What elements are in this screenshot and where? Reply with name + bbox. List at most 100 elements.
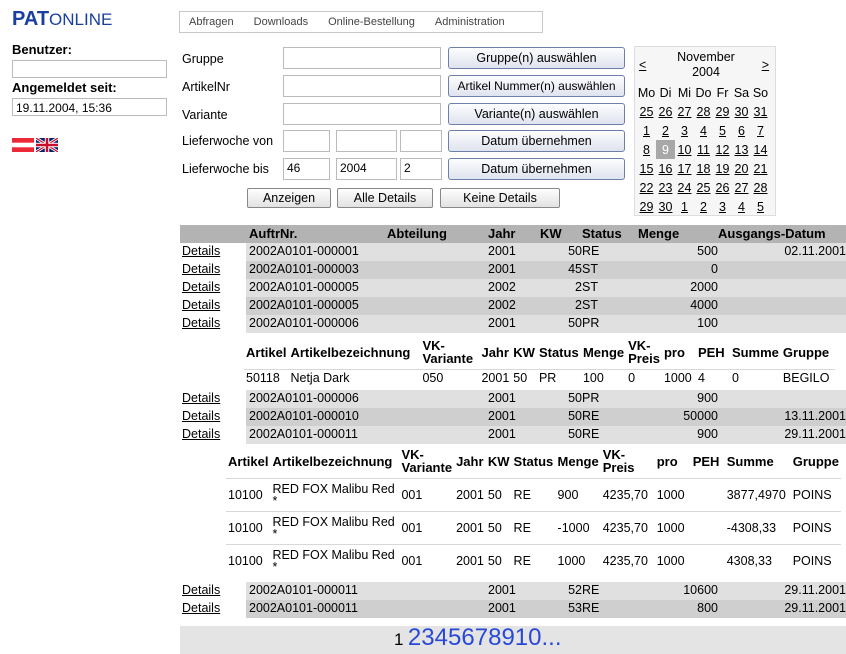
calendar-day[interactable]: 11 (694, 140, 713, 159)
calendar-day[interactable]: 21 (751, 159, 770, 178)
details-link[interactable]: Details (180, 426, 246, 444)
detail-cell (690, 544, 725, 577)
table-cell: 53 (568, 601, 582, 615)
detail-table: Artikel Artikelbezeichnung VK-Variante Jahr… (226, 444, 841, 577)
calendar-day[interactable]: 2 (694, 197, 713, 216)
calendar-day[interactable]: 22 (637, 178, 656, 197)
alle-details-button[interactable]: Alle Details (337, 188, 433, 208)
calendar-day[interactable]: 17 (675, 159, 694, 178)
variante-select-button[interactable]: Variante(n) auswählen (448, 103, 625, 125)
detail-column-header: pro (656, 453, 678, 469)
calendar-day[interactable]: 2 (656, 121, 675, 140)
calendar-day[interactable]: 29 (637, 197, 656, 216)
details-link[interactable]: Details (180, 390, 246, 408)
calendar-day[interactable]: 13 (732, 140, 751, 159)
calendar-day[interactable]: 30 (656, 197, 675, 216)
calendar-day[interactable]: 4 (694, 121, 713, 140)
pager-page-link[interactable]: 10 (515, 624, 542, 651)
details-link[interactable]: Details (180, 582, 246, 600)
pager-page-link[interactable]: 7 (475, 624, 488, 651)
pager-page-link[interactable]: 2 (408, 624, 421, 651)
details-link[interactable]: Details (180, 315, 246, 333)
details-link[interactable]: Details (180, 261, 246, 279)
calendar-day[interactable]: 28 (751, 178, 770, 197)
details-link[interactable]: Details (180, 600, 246, 618)
calendar-day[interactable]: 3 (713, 197, 732, 216)
anzeigen-button[interactable]: Anzeigen (247, 188, 331, 208)
calendar-day[interactable]: 12 (713, 140, 732, 159)
variante-input[interactable] (283, 103, 441, 125)
calendar-day[interactable]: 24 (675, 178, 694, 197)
calendar-day[interactable]: 23 (656, 178, 675, 197)
tab-abfragen[interactable]: Abfragen (189, 16, 234, 28)
flag-uk-icon[interactable] (35, 136, 59, 154)
pager-page-link[interactable]: 6 (461, 624, 474, 651)
detail-cell: 100 (580, 369, 627, 386)
calendar-day[interactable]: 27 (732, 178, 751, 197)
calendar-day[interactable]: 3 (675, 121, 694, 140)
calendar-day[interactable]: 6 (732, 121, 751, 140)
tab-downloads[interactable]: Downloads (254, 16, 308, 28)
details-link[interactable]: Details (180, 279, 246, 297)
calendar-day[interactable]: 20 (732, 159, 751, 178)
tab-administration[interactable]: Administration (435, 16, 505, 28)
calendar-day[interactable]: 26 (656, 102, 675, 121)
calendar-day[interactable]: 5 (751, 197, 770, 216)
pager-page-link[interactable]: 9 (501, 624, 514, 651)
detail-cell: PR (536, 369, 581, 386)
pager-page-link[interactable]: 4 (435, 624, 448, 651)
calendar-day[interactable]: 8 (637, 140, 656, 159)
von-day-input[interactable] (400, 130, 442, 152)
calendar-next-link[interactable]: > (762, 58, 769, 72)
bis-datum-button[interactable]: Datum übernehmen (448, 158, 625, 180)
pager-page-link[interactable]: 8 (488, 624, 501, 651)
detail-column-header: Gruppe (782, 344, 830, 360)
von-datum-button[interactable]: Datum übernehmen (448, 130, 625, 152)
bis-day-input[interactable]: 2 (400, 158, 442, 180)
calendar-day[interactable]: 31 (751, 102, 770, 121)
table-row: Details 2002A0101-000006 2001 50 PR 100 (180, 315, 846, 333)
pager-page-link[interactable]: 5 (448, 624, 461, 651)
pager-page-link[interactable]: ... (542, 624, 562, 651)
gruppe-select-button[interactable]: Gruppe(n) auswählen (448, 47, 625, 69)
calendar-day[interactable]: 7 (751, 121, 770, 140)
bis-year-input[interactable]: 2004 (336, 158, 397, 180)
calendar-day[interactable]: 18 (694, 159, 713, 178)
tab-online-bestellung[interactable]: Online-Bestellung (328, 16, 415, 28)
calendar-day[interactable]: 5 (713, 121, 732, 140)
calendar-day[interactable]: 10 (675, 140, 694, 159)
calendar-day-selected[interactable]: 9 (656, 140, 675, 159)
calendar-day[interactable]: 14 (751, 140, 770, 159)
calendar-day[interactable]: 28 (694, 102, 713, 121)
bis-week-input[interactable]: 46 (283, 158, 330, 180)
von-year-input[interactable] (336, 130, 397, 152)
calendar-day[interactable]: 26 (713, 178, 732, 197)
detail-column-header: VK-Preis (602, 447, 635, 475)
detail-cell (690, 478, 725, 512)
column-header: Ausgangs-Datum (718, 226, 826, 241)
calendar-day[interactable]: 30 (732, 102, 751, 121)
pager-page-link[interactable]: 3 (421, 624, 434, 651)
keine-details-button[interactable]: Keine Details (440, 188, 560, 208)
detail-cell: POINS (790, 511, 841, 545)
table-cell: 10600 (683, 583, 718, 597)
details-link[interactable]: Details (180, 408, 246, 426)
flag-austria-icon[interactable] (12, 137, 34, 152)
calendar-day[interactable]: 19 (713, 159, 732, 178)
calendar-day[interactable]: 4 (732, 197, 751, 216)
calendar-day[interactable]: 15 (637, 159, 656, 178)
calendar-day[interactable]: 25 (637, 102, 656, 121)
calendar-day[interactable]: 16 (656, 159, 675, 178)
calendar-day[interactable]: 27 (675, 102, 694, 121)
calendar-day[interactable]: 29 (713, 102, 732, 121)
artikel-select-button[interactable]: Artikel Nummer(n) auswählen (448, 75, 625, 97)
calendar-day[interactable]: 25 (694, 178, 713, 197)
table-cell: 2001 (488, 409, 516, 423)
von-week-input[interactable] (283, 130, 330, 152)
calendar-day[interactable]: 1 (637, 121, 656, 140)
details-link[interactable]: Details (180, 243, 246, 261)
calendar-day[interactable]: 1 (675, 197, 694, 216)
details-link[interactable]: Details (180, 297, 246, 315)
gruppe-input[interactable] (283, 47, 441, 69)
artikelnr-input[interactable] (283, 75, 441, 97)
